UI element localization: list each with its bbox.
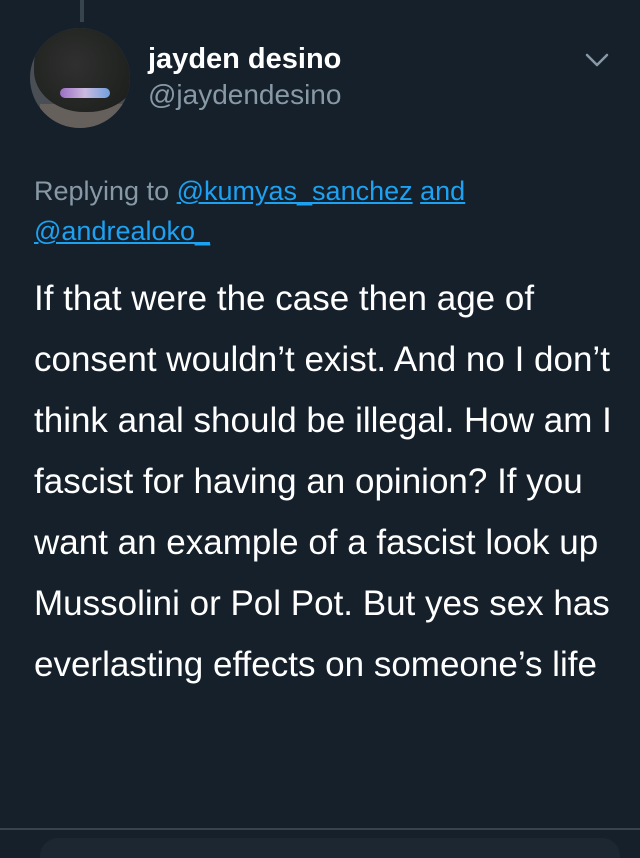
divider bbox=[0, 828, 640, 830]
next-tweet-edge bbox=[40, 838, 620, 858]
thread-connector-line bbox=[80, 0, 84, 22]
display-name[interactable]: jayden desino bbox=[148, 42, 341, 76]
tweet-body: If that were the case then age of consen… bbox=[34, 279, 612, 684]
replying-to-label: Replying to bbox=[34, 176, 170, 206]
replying-to-line: Replying to @kumyas_sanchez and @andreal… bbox=[34, 171, 614, 251]
user-handle[interactable]: @jaydendesino bbox=[148, 78, 341, 112]
chevron-down-icon[interactable] bbox=[584, 50, 610, 70]
mention-link-kumyas-sanchez[interactable]: @kumyas_sanchez bbox=[177, 176, 413, 206]
avatar-hair bbox=[34, 28, 130, 112]
mention-joiner: and bbox=[420, 176, 466, 206]
avatar[interactable] bbox=[30, 28, 130, 128]
avatar-highlight bbox=[60, 88, 110, 98]
mention-link-andrealoko[interactable]: @andrealoko_ bbox=[34, 216, 210, 246]
